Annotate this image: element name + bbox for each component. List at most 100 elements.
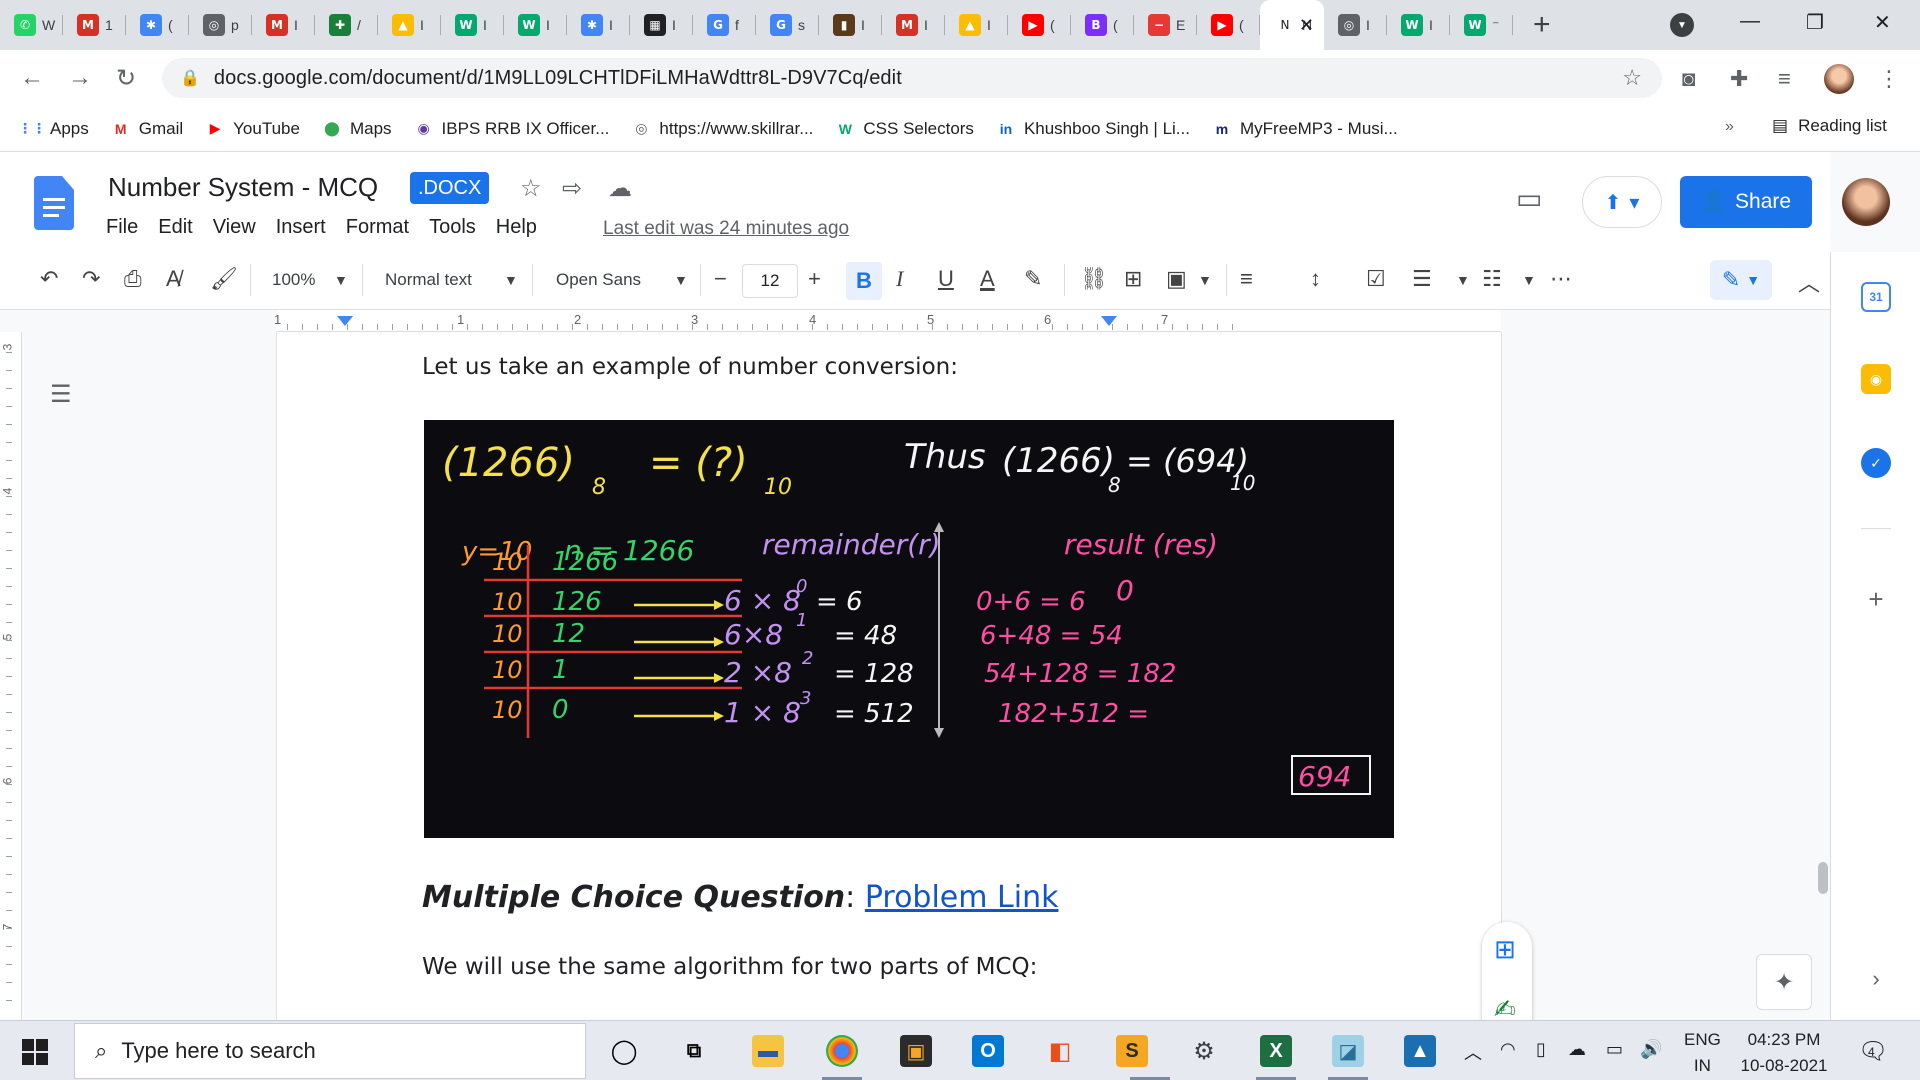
outlook-icon[interactable]: O [972,1035,1004,1067]
document-outline-icon[interactable]: ☰ [50,380,72,409]
menu-edit[interactable]: Edit [158,216,192,239]
task-view-icon[interactable]: ⧉ [678,1035,710,1067]
add-addon-icon[interactable]: + [1861,584,1891,614]
text-color-button[interactable]: A [980,266,995,292]
insert-image-icon[interactable]: ▣ [1166,266,1187,292]
font-select[interactable]: Open Sans [556,270,641,290]
print-icon[interactable]: ⎙ [124,266,142,292]
decrease-font-icon[interactable]: − [714,266,727,292]
comments-icon[interactable]: ▭ [1516,182,1542,215]
close-window-icon[interactable]: ✕ [1874,10,1891,35]
more-options-icon[interactable]: ⋯ [1550,266,1572,292]
account-avatar[interactable] [1842,178,1890,226]
font-chevron-icon[interactable]: ▼ [674,272,688,288]
menu-insert[interactable]: Insert [276,216,326,239]
browser-tab[interactable]: WI [441,0,504,50]
menu-file[interactable]: File [106,216,138,239]
battery-icon[interactable]: ▭ [1606,1039,1623,1060]
image-chevron-icon[interactable]: ▼ [1198,272,1212,288]
bookmark-item[interactable]: ◎ https://www.skillrar... [631,119,813,139]
handwritten-board-image[interactable]: (1266) 8 = (?) 10 Thus (1266) 8 = (694) … [424,420,1394,838]
excel-icon[interactable]: X [1260,1035,1292,1067]
numbered-list-icon[interactable]: ☷ [1482,266,1502,292]
docs-logo-icon[interactable] [34,176,74,230]
bookmark-item[interactable]: ▶ YouTube [205,119,300,139]
restore-icon[interactable]: ❐ [1806,10,1824,35]
calendar-icon[interactable]: 31 [1861,282,1891,312]
browser-tab[interactable]: Gf [693,0,756,50]
minimize-icon[interactable]: — [1740,10,1760,33]
notification-center-icon[interactable]: 🗨 4 [1858,1037,1888,1066]
clock[interactable]: 04:23 PM 10-08-2021 [1734,1027,1834,1079]
photos-icon[interactable]: ▲ [1404,1035,1436,1067]
browser-tab[interactable]: ✱ I [567,0,630,50]
intro-paragraph[interactable]: Let us take an example of number convers… [422,354,958,380]
menu-format[interactable]: Format [346,216,409,239]
office-icon[interactable]: ◧ [1044,1035,1076,1067]
reload-icon[interactable]: ↻ [116,64,136,93]
camera-icon[interactable]: ◙ [1682,66,1695,92]
tab-search-icon[interactable]: ▼ [1670,13,1694,37]
bookmark-item[interactable]: ⬤ Maps [322,119,391,139]
browser-menu-icon[interactable]: ⋮ [1878,66,1900,92]
browser-tab[interactable]: ✚ / [315,0,378,50]
wifi-icon[interactable]: ◠ [1500,1039,1516,1060]
zoom-chevron-icon[interactable]: ▼ [334,272,348,288]
style-select[interactable]: Normal text [385,270,472,290]
browser-tab[interactable]: ✱( [126,0,189,50]
sublime-icon[interactable]: S [1116,1035,1148,1067]
editing-mode-button[interactable]: ✎ ▼ [1710,260,1772,300]
expand-panel-icon[interactable]: › [1861,964,1891,994]
tray-chevron-icon[interactable]: ︿ [1464,1039,1482,1065]
increase-font-icon[interactable]: + [808,266,821,292]
cortana-icon[interactable]: ◯ [608,1035,640,1067]
browser-tab[interactable]: Gs [756,0,819,50]
bookmark-star-icon[interactable]: ☆ [1622,65,1642,91]
collapse-menus-icon[interactable]: ︿ [1798,266,1820,298]
browser-tab[interactable]: ▲ I [378,0,441,50]
browser-tab[interactable]: ◎ p [189,0,252,50]
file-explorer-icon[interactable]: ▬ [752,1035,784,1067]
windows-start-icon[interactable] [22,1039,48,1065]
document-page[interactable]: Let us take an example of number convers… [277,332,1501,1020]
device-icon[interactable]: ▯ [1536,1039,1546,1060]
explore-button[interactable]: ✦ [1756,954,1812,1010]
add-comment-icon[interactable]: ⊞ [1124,266,1142,292]
language-indicator[interactable]: ENG IN [1684,1027,1721,1079]
browser-tab[interactable]: M1 [63,0,126,50]
browser-tab[interactable]: MI [252,0,315,50]
browser-tab[interactable]: ◎ I [1324,0,1387,50]
spellcheck-icon[interactable]: A̸ [166,266,181,292]
browser-tab[interactable]: ▶( [1197,0,1260,50]
volume-icon[interactable]: 🔊 [1640,1039,1662,1060]
redo-icon[interactable]: ↷ [82,266,100,292]
share-button[interactable]: 👤 Share [1680,176,1812,228]
tasks-icon[interactable]: ✓ [1861,448,1891,478]
menu-view[interactable]: View [213,216,256,239]
browser-tab[interactable]: ▮ I [819,0,882,50]
reading-list-button[interactable]: ▤ Reading list [1772,116,1887,136]
present-button[interactable]: ⬆ ▾ [1582,176,1662,228]
italic-button[interactable]: I [896,266,903,292]
align-icon[interactable]: ≡ [1240,266,1253,292]
browser-tab[interactable]: WI [504,0,567,50]
menu-tools[interactable]: Tools [429,216,476,239]
left-indent-marker[interactable] [337,316,353,326]
browser-tab[interactable]: ▶( [1008,0,1071,50]
right-indent-marker[interactable] [1101,316,1117,326]
browser-tab[interactable]: MI [882,0,945,50]
new-tab-button[interactable]: + [1533,8,1551,42]
browser-tab[interactable]: B( [1071,0,1134,50]
highlight-icon[interactable]: ✎ [1024,266,1042,292]
chrome-icon[interactable] [826,1035,858,1067]
link-icon[interactable]: ⛓ [1080,266,1108,292]
line-spacing-icon[interactable]: ↕ [1310,266,1321,292]
problem-link[interactable]: Problem Link [865,880,1059,915]
browser-tab[interactable]: ▦ I [630,0,693,50]
underline-button[interactable]: U [938,266,954,292]
forward-icon[interactable]: → [68,64,92,92]
browser-tab[interactable]: N N ✕ [1260,0,1324,50]
font-size-input[interactable]: 12 [742,264,798,298]
bookmark-item[interactable]: in Khushboo Singh | Li... [996,119,1190,139]
settings-icon[interactable]: ⚙ [1188,1035,1220,1067]
